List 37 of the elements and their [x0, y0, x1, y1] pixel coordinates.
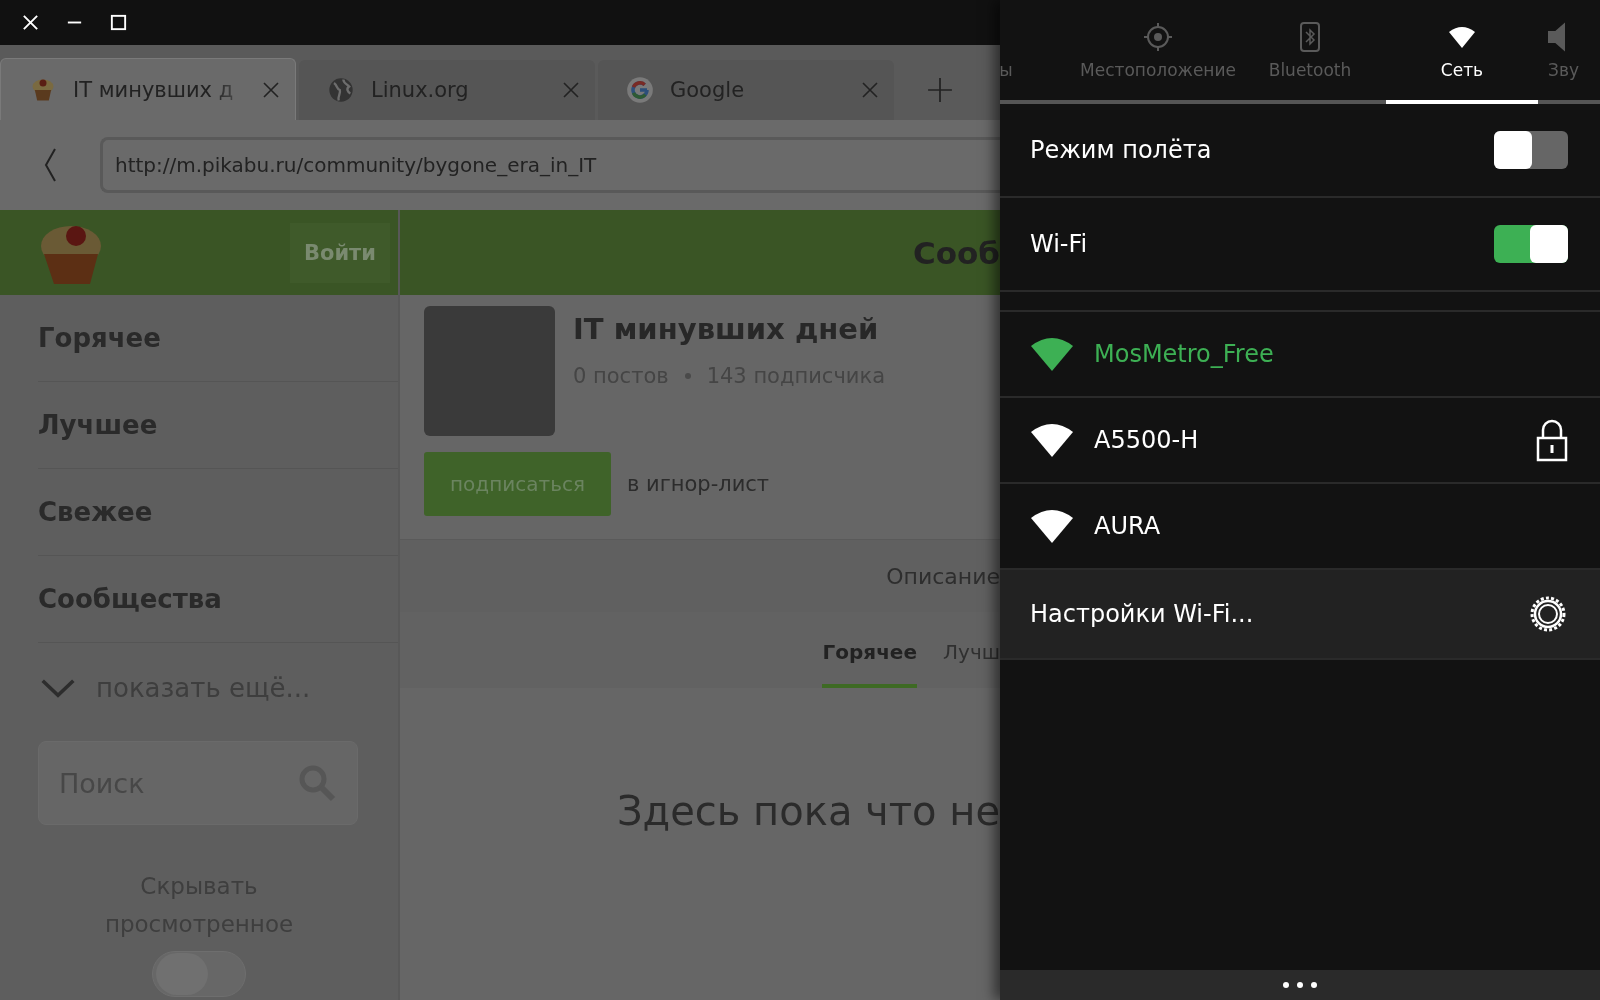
- globe-icon: [327, 76, 355, 104]
- feed-tab[interactable]: Горячее: [822, 640, 917, 688]
- network-name[interactable]: MosMetro_Free: [1094, 340, 1568, 368]
- ignore-list-link[interactable]: в игнор-лист: [627, 472, 770, 496]
- network-name[interactable]: AURA: [1094, 512, 1568, 540]
- toggle-switch[interactable]: [1494, 131, 1568, 169]
- empty-message: Здесь пока что не: [615, 788, 1000, 834]
- google-logo-icon: [626, 76, 654, 104]
- settings-icon[interactable]: [1528, 594, 1568, 634]
- tab-label: Местоположение: [1080, 60, 1236, 80]
- url-field[interactable]: http://m.pikabu.ru/community/bygone_era_in_IT: [100, 137, 1000, 193]
- switch-label: Режим полёта: [1030, 136, 1213, 164]
- network-name[interactable]: A5500-H: [1094, 426, 1516, 454]
- indicator-tab[interactable]: Местоположение: [1082, 0, 1234, 104]
- tab-label: ы: [1000, 60, 1013, 80]
- browser-tab[interactable]: IT минувших д: [0, 58, 296, 120]
- maximize-icon[interactable]: [109, 13, 128, 32]
- tab-label: Bluetooth: [1268, 60, 1352, 80]
- more-dots-icon[interactable]: [1282, 981, 1318, 989]
- tab-title: IT минувших д: [73, 77, 235, 102]
- login-button[interactable]: Войти: [289, 222, 390, 283]
- indicator-tab[interactable]: Зву: [1538, 0, 1579, 104]
- chevron-down-icon[interactable]: [40, 677, 76, 699]
- indicator-tab[interactable]: ы: [1000, 0, 1082, 104]
- switch-label: Wi-Fi: [1030, 230, 1089, 258]
- indicator-tab[interactable]: Bluetooth: [1234, 0, 1386, 104]
- toggle-switch[interactable]: [1494, 225, 1568, 263]
- community-title: IT минувших дней: [573, 312, 880, 346]
- back-chevron-icon[interactable]: [43, 147, 57, 183]
- tab-label: Зву: [1548, 60, 1579, 80]
- indicator-tab[interactable]: Сеть: [1386, 0, 1538, 104]
- separator-dot-icon: [684, 373, 691, 379]
- location-target-icon: [1143, 22, 1173, 52]
- speaker-icon: [1548, 22, 1565, 52]
- tab-label: Сеть: [1440, 60, 1484, 80]
- close-icon[interactable]: [21, 13, 40, 32]
- new-tab-plus-icon[interactable]: [927, 77, 953, 103]
